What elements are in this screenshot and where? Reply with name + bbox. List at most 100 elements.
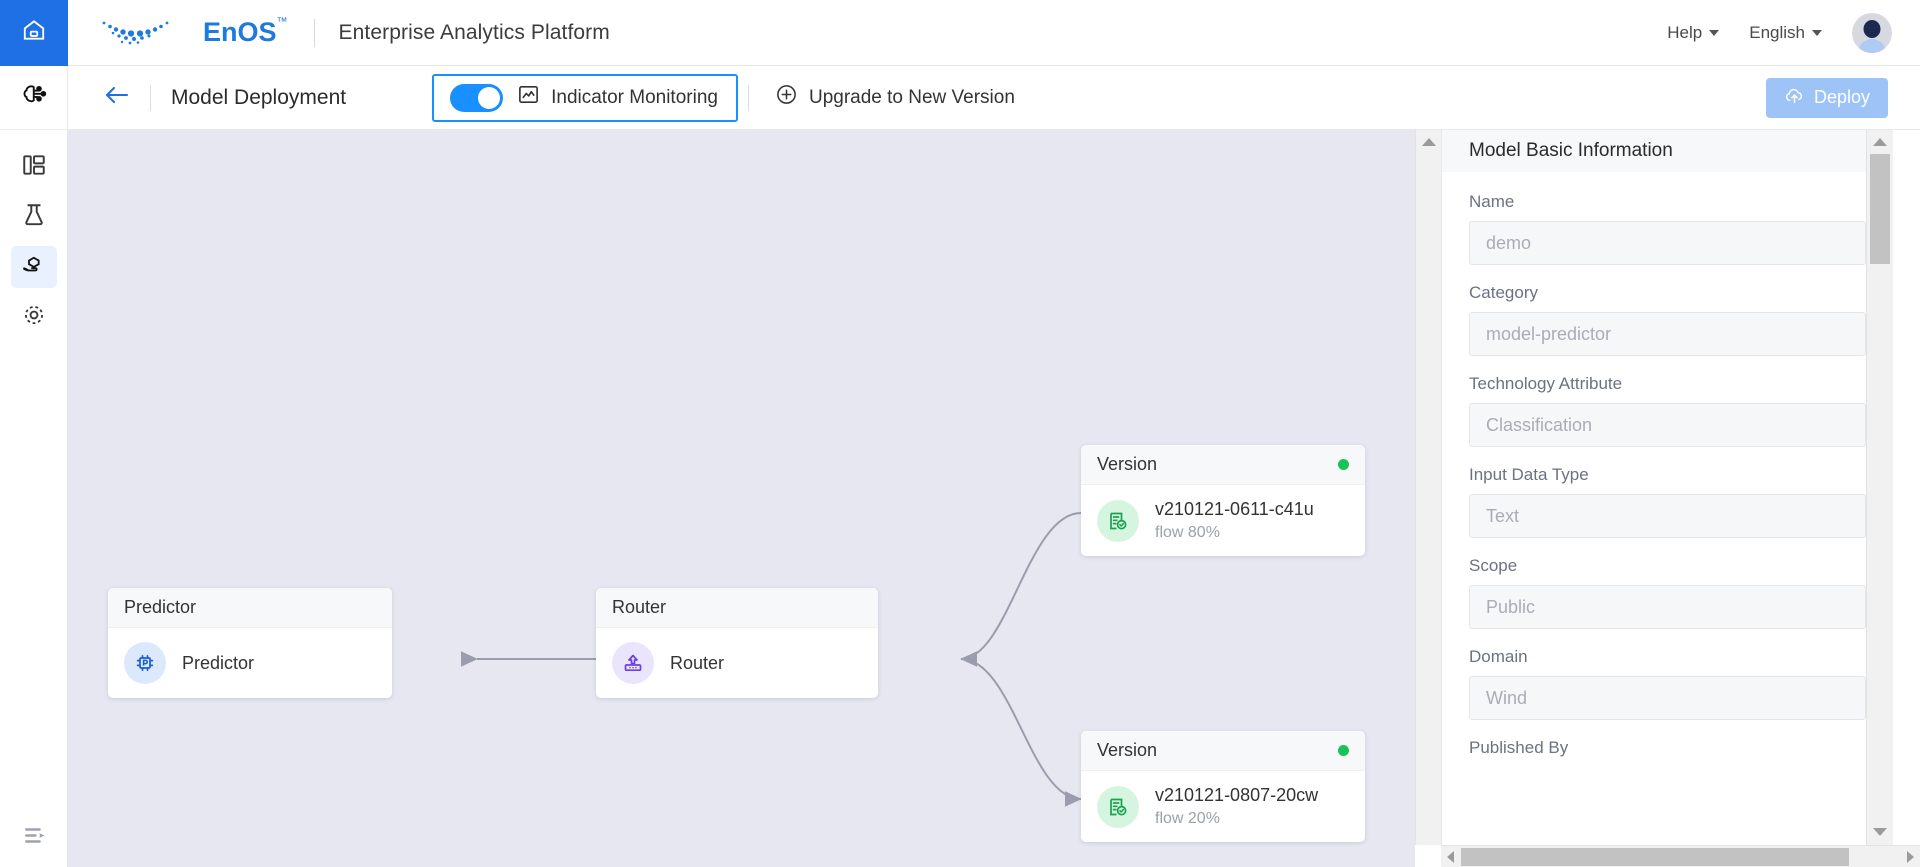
field-label: Name (1469, 192, 1515, 211)
name-input[interactable]: demo (1469, 221, 1866, 265)
language-menu[interactable]: English (1749, 23, 1822, 43)
hand-cube-icon (20, 251, 47, 283)
brand-divider (313, 18, 315, 47)
sidebar (0, 66, 68, 867)
sidebar-item-ai-model[interactable] (0, 66, 67, 130)
indicator-monitoring-highlight: Indicator Monitoring (432, 73, 738, 122)
field-label: Published By (1469, 738, 1569, 757)
chevron-down-icon (1812, 29, 1822, 36)
application-root: EnOS ™ Enterprise Analytics Platform Hel… (0, 0, 1920, 867)
field-label: Category (1469, 283, 1538, 302)
scroll-right-arrow-icon[interactable] (1907, 850, 1914, 863)
brand-area: EnOS ™ Enterprise Analytics Platform (68, 0, 610, 66)
indicator-monitoring-label: Indicator Monitoring (551, 86, 718, 108)
field-name: Name demo (1469, 192, 1866, 265)
home-icon (21, 17, 47, 48)
category-input[interactable]: model-predictor (1469, 312, 1866, 356)
document-check-icon (1097, 785, 1139, 828)
avatar[interactable] (1852, 12, 1892, 53)
scrollbar-thumb[interactable] (1870, 154, 1890, 264)
node-router[interactable]: Router Router (596, 588, 878, 698)
node-title: v210121-0611-c41u (1155, 499, 1314, 519)
input-data-type-input[interactable]: Text (1469, 494, 1866, 538)
top-bar: EnOS ™ Enterprise Analytics Platform Hel… (0, 0, 1920, 66)
technology-attribute-input[interactable]: Classification (1469, 403, 1866, 447)
field-label: Domain (1469, 647, 1528, 666)
scroll-up-arrow-icon[interactable] (1421, 138, 1436, 146)
status-badge (1338, 459, 1349, 470)
back-button[interactable] (104, 84, 130, 111)
deploy-label: Deploy (1813, 87, 1870, 107)
node-body: Predictor (108, 628, 392, 698)
upgrade-label: Upgrade to New Version (808, 86, 1015, 108)
toolbar-divider (150, 84, 151, 111)
sidebar-item-settings[interactable] (11, 296, 57, 338)
target-settings-icon (21, 302, 47, 333)
back-arrow-icon (104, 84, 130, 111)
field-label: Input Data Type (1469, 465, 1589, 484)
node-text: Router (670, 653, 724, 674)
model-flow-canvas[interactable]: Predictor Predictor Router Router Versio… (68, 130, 1415, 867)
node-title: Predictor (182, 652, 255, 673)
scroll-down-arrow-icon[interactable] (1873, 828, 1887, 836)
scope-input[interactable]: Public (1469, 585, 1866, 629)
cloud-upload-icon (1784, 85, 1805, 111)
avatar-body (1858, 38, 1886, 53)
document-check-icon (1097, 499, 1139, 542)
node-text: Predictor (182, 653, 254, 674)
scroll-left-arrow-icon[interactable] (1447, 850, 1454, 863)
field-label: Technology Attribute (1469, 374, 1623, 393)
node-text: v210121-0807-20cw flow 20% (1155, 785, 1318, 828)
language-label: English (1749, 22, 1805, 42)
sidebar-item-lab[interactable] (11, 196, 57, 238)
page-title: Model Deployment (171, 85, 347, 109)
scroll-up-arrow-icon[interactable] (1873, 138, 1887, 146)
upgrade-to-new-version-button[interactable]: Upgrade to New Version (775, 83, 1015, 112)
platform-title: Enterprise Analytics Platform (338, 20, 610, 44)
canvas-vertical-scrollbar[interactable] (1415, 130, 1441, 845)
node-header-label: Version (1097, 454, 1158, 474)
panel-title: Model Basic Information (1442, 130, 1893, 172)
field-published-by: Published By (1469, 738, 1866, 758)
node-title: Router (670, 652, 725, 673)
help-label: Help (1667, 22, 1703, 42)
deploy-button[interactable]: Deploy (1765, 77, 1888, 118)
enos-wordmark: EnOS (203, 17, 277, 47)
indicator-monitoring-button[interactable]: Indicator Monitoring (517, 83, 718, 112)
node-version-bottom[interactable]: Version v210121-0807-20cw flow 20% (1081, 731, 1365, 842)
panel-horizontal-scrollbar[interactable] (1441, 845, 1920, 867)
flask-icon (21, 202, 47, 233)
scrollbar-thumb[interactable] (1461, 848, 1849, 866)
panel-fields: Name demo Category model-predictor Techn… (1442, 172, 1893, 758)
panel-vertical-scrollbar[interactable] (1866, 130, 1893, 845)
node-version-top[interactable]: Version v210121-0611-c41u flow 80% (1081, 445, 1365, 556)
ai-model-icon (19, 80, 49, 115)
sidebar-item-dashboard[interactable] (11, 146, 57, 188)
status-badge (1338, 745, 1349, 756)
plus-circle-icon (775, 83, 798, 112)
dashboard-layout-icon (21, 152, 47, 183)
model-basic-information-panel: Model Basic Information Name demo Catego… (1441, 130, 1893, 845)
chevron-down-icon (1709, 29, 1720, 36)
node-header: Router (596, 588, 878, 628)
node-predictor[interactable]: Predictor Predictor (108, 588, 392, 698)
node-subtitle: flow 20% (1155, 810, 1220, 827)
field-domain: Domain Wind (1469, 647, 1866, 720)
node-body: Router (596, 628, 878, 698)
chart-monitor-icon (517, 83, 540, 112)
sidebar-collapse-toggle[interactable] (0, 823, 68, 853)
home-button[interactable] (0, 0, 68, 66)
node-text: v210121-0611-c41u flow 80% (1155, 499, 1314, 542)
field-scope: Scope Public (1469, 556, 1866, 629)
indicator-monitoring-toggle[interactable] (450, 83, 504, 112)
field-input-data-type: Input Data Type Text (1469, 465, 1866, 538)
sidebar-item-model-deployment[interactable] (10, 246, 57, 288)
router-icon (612, 642, 654, 684)
node-body: v210121-0611-c41u flow 80% (1081, 485, 1365, 556)
node-header: Version (1081, 731, 1365, 771)
toggle-knob (478, 86, 501, 109)
help-menu[interactable]: Help (1667, 22, 1720, 43)
domain-input[interactable]: Wind (1469, 676, 1866, 720)
expand-sidebar-icon (22, 823, 47, 853)
sidebar-items (0, 130, 67, 338)
